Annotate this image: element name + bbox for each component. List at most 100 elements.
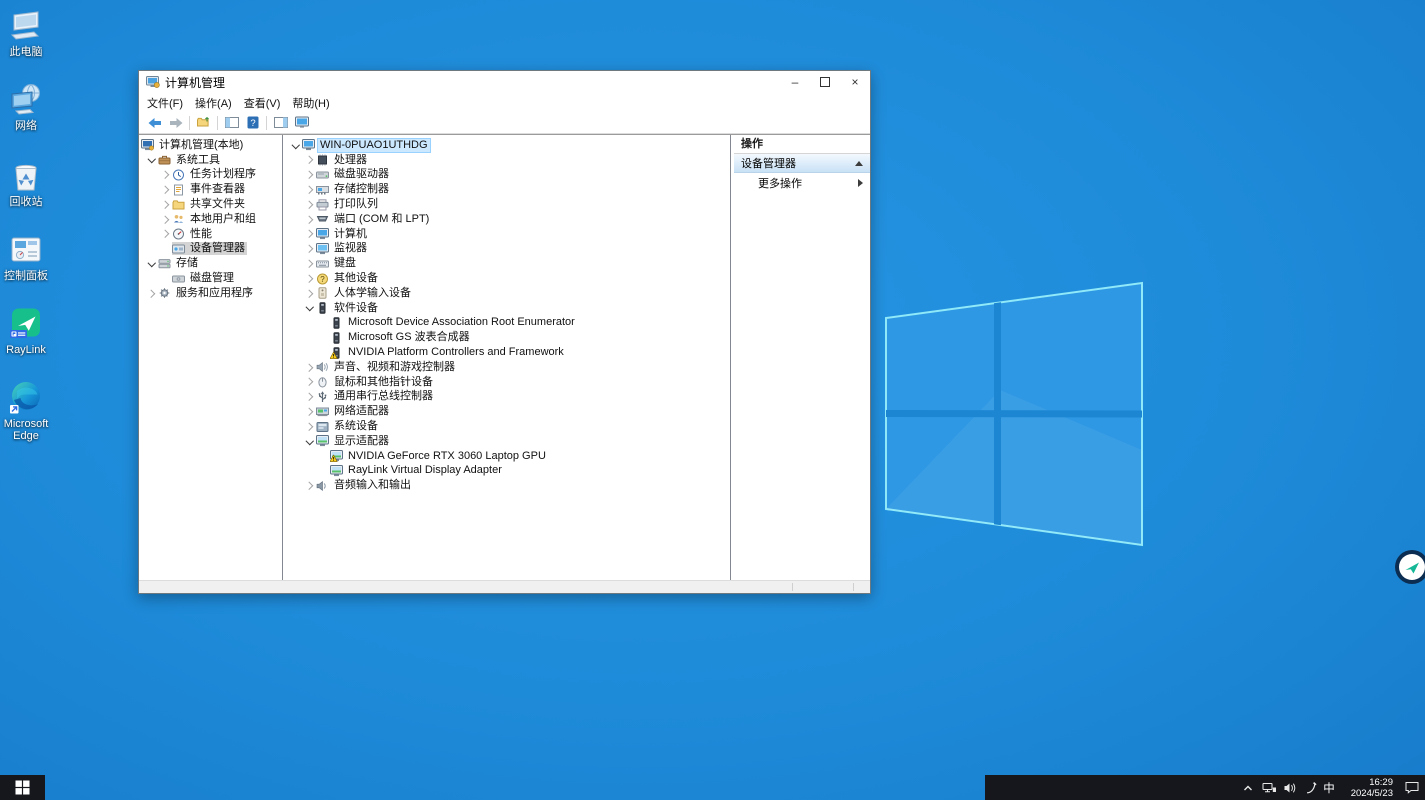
console-node-row[interactable]: 系统工具 [139,153,282,168]
console-node-row[interactable]: 性能 [139,227,282,242]
console-node-row[interactable]: 任务计划程序 [139,168,282,183]
chevron-expanded-icon[interactable] [303,302,316,314]
chevron-collapsed-icon[interactable] [303,376,316,388]
console-node-label: 性能 [188,228,214,241]
maximize-button[interactable] [810,71,840,93]
raylink-floating-ball[interactable] [1392,549,1425,587]
console-node-row[interactable]: 事件查看器 [139,182,282,197]
tray-pen-icon[interactable] [1303,780,1319,796]
device-node-row[interactable]: 计算机 [286,227,730,242]
device-node-row[interactable]: 系统设备 [286,419,730,434]
chevron-collapsed-icon[interactable] [159,213,172,225]
chevron-collapsed-icon[interactable] [159,199,172,211]
forward-button[interactable] [165,114,186,132]
chevron-collapsed-icon[interactable] [303,258,316,270]
device-node-row[interactable]: Microsoft Device Association Root Enumer… [286,316,730,331]
console-node-row[interactable]: 存储 [139,256,282,271]
submenu-arrow-icon [858,179,863,187]
desktop-icon-edge[interactable]: Microsoft Edge [0,380,52,442]
console-node-row[interactable]: 计算机管理(本地) [139,138,282,153]
menu-item-1[interactable]: 操作(A) [189,93,238,113]
chevron-expanded-icon[interactable] [303,435,316,447]
menu-item-0[interactable]: 文件(F) [141,93,189,113]
chevron-collapsed-icon[interactable] [159,169,172,181]
device-node-row[interactable]: 人体学输入设备 [286,286,730,301]
collapse-arrow-icon[interactable] [855,161,863,166]
minimize-button[interactable]: – [780,71,810,93]
action-center-icon[interactable] [1404,780,1420,796]
status-bar-separator [853,583,854,591]
chevron-collapsed-icon[interactable] [145,287,158,299]
device-node-row[interactable]: 存储控制器 [286,182,730,197]
chevron-collapsed-icon[interactable] [303,184,316,196]
tray-volume-icon[interactable] [1282,780,1298,796]
device-node-row[interactable]: 打印队列 [286,197,730,212]
chevron-collapsed-icon[interactable] [303,243,316,255]
tray-chevron-up-icon[interactable] [1240,780,1256,796]
action-pane-button[interactable] [270,114,291,132]
chevron-expanded-icon[interactable] [145,258,158,270]
menu-item-3[interactable]: 帮助(H) [286,93,335,113]
device-node-row[interactable]: NVIDIA Platform Controllers and Framewor… [286,345,730,360]
chevron-expanded-icon[interactable] [145,154,158,166]
chevron-collapsed-icon[interactable] [159,184,172,196]
device-node-row[interactable]: WIN-0PUAO1UTHDG [286,138,730,153]
help-button[interactable]: ? [242,114,263,132]
device-node-row[interactable]: Microsoft GS 波表合成器 [286,330,730,345]
desktop-icon-control-panel[interactable]: 控制面板 [0,232,52,282]
chevron-collapsed-icon[interactable] [303,228,316,240]
back-button[interactable] [144,114,165,132]
console-node-row[interactable]: 设备管理器 [139,242,282,257]
console-node-row[interactable]: 共享文件夹 [139,197,282,212]
more-actions-item[interactable]: 更多操作 [734,173,870,192]
remote-button[interactable] [291,114,312,132]
device-node-row[interactable]: 声音、视频和游戏控制器 [286,360,730,375]
chevron-collapsed-icon[interactable] [303,213,316,225]
desktop-icon-this-pc[interactable]: 此电脑 [0,8,52,58]
network-adapter-icon [316,406,329,418]
device-node-row[interactable]: 通用串行总线控制器 [286,390,730,405]
start-button[interactable] [0,775,45,800]
device-node-row[interactable]: 鼠标和其他指针设备 [286,375,730,390]
device-node-row[interactable]: ?其他设备 [286,271,730,286]
chevron-collapsed-icon[interactable] [303,361,316,373]
device-node-row[interactable]: RayLink Virtual Display Adapter [286,464,730,479]
taskbar-clock[interactable]: 16:29 2024/5/23 [1335,777,1393,799]
device-node-row[interactable]: 音频输入和输出 [286,478,730,493]
device-node-row[interactable]: NVIDIA GeForce RTX 3060 Laptop GPU [286,449,730,464]
window-titlebar[interactable]: 计算机管理 – × [139,71,870,93]
chevron-collapsed-icon[interactable] [303,287,316,299]
desktop-icon-recycle-bin[interactable]: 回收站 [0,158,52,208]
chevron-collapsed-icon[interactable] [303,169,316,181]
actions-group-device-manager[interactable]: 设备管理器 [734,154,870,173]
device-node-row[interactable]: 显示适配器 [286,434,730,449]
device-node-row[interactable]: 网络适配器 [286,404,730,419]
chevron-collapsed-icon[interactable] [303,273,316,285]
device-node-row[interactable]: 处理器 [286,153,730,168]
tray-network-icon[interactable] [1261,780,1277,796]
chevron-collapsed-icon[interactable] [303,480,316,492]
chevron-collapsed-icon[interactable] [303,154,316,166]
export-button[interactable] [193,114,214,132]
computer-management-window-icon [146,75,160,89]
console-node-row[interactable]: 服务和应用程序 [139,286,282,301]
chevron-expanded-icon[interactable] [289,139,302,151]
status-bar [139,580,870,593]
chevron-collapsed-icon[interactable] [303,406,316,418]
chevron-collapsed-icon[interactable] [303,421,316,433]
console-tree-button[interactable] [221,114,242,132]
console-node-row[interactable]: 本地用户和组 [139,212,282,227]
device-node-row[interactable]: 键盘 [286,256,730,271]
chevron-collapsed-icon[interactable] [303,199,316,211]
desktop-icon-network[interactable]: 网络 [0,82,52,132]
chevron-collapsed-icon[interactable] [303,391,316,403]
menu-item-2[interactable]: 查看(V) [238,93,287,113]
close-button[interactable]: × [840,71,870,93]
device-node-row[interactable]: 监视器 [286,242,730,257]
console-node-row[interactable]: 磁盘管理 [139,271,282,286]
chevron-collapsed-icon[interactable] [159,228,172,240]
device-node-row[interactable]: 软件设备 [286,301,730,316]
device-node-row[interactable]: 端口 (COM 和 LPT) [286,212,730,227]
device-node-row[interactable]: 磁盘驱动器 [286,168,730,183]
desktop-icon-raylink[interactable]: RayLink [0,306,52,356]
